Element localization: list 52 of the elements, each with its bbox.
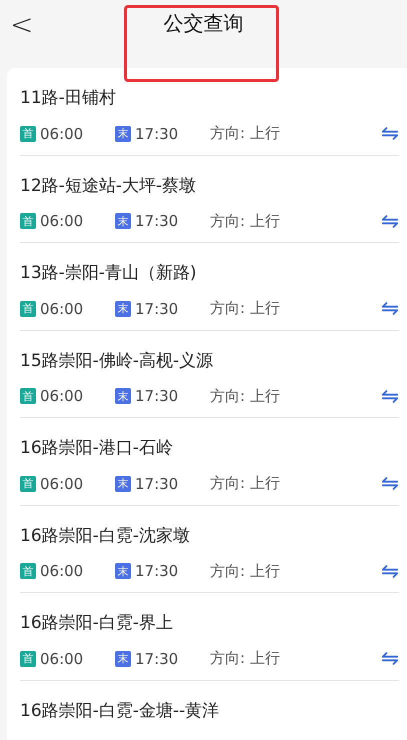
last-bus-badge: 末: [115, 126, 131, 142]
direction-label: 方向: 上行: [210, 562, 280, 580]
route-name[interactable]: 16路崇阳-港口-石岭: [20, 436, 399, 460]
first-bus-time: 06:00: [40, 474, 84, 492]
direction-label: 方向: 上行: [210, 212, 280, 230]
direction-label: 方向: 上行: [210, 299, 280, 318]
first-bus-badge: 首: [20, 213, 36, 229]
swap-direction-icon[interactable]: [381, 390, 399, 402]
route-name[interactable]: 13路-崇阳-青山（新路): [20, 261, 399, 285]
direction-label: 方向: 上行: [210, 649, 280, 668]
swap-direction-icon[interactable]: [381, 564, 399, 578]
route-name[interactable]: 16路崇阳-白霓-沈家墩: [20, 524, 399, 548]
last-bus-time: 17:30: [135, 300, 178, 318]
first-bus-badge: 首: [20, 388, 36, 404]
first-bus-time: 06:00: [40, 124, 84, 142]
last-bus-badge: 末: [115, 650, 131, 666]
swap-direction-icon[interactable]: [381, 127, 399, 140]
swap-direction-icon[interactable]: [381, 214, 399, 228]
first-bus-time: 06:00: [40, 562, 84, 580]
last-bus-time: 17:30: [135, 124, 178, 142]
last-bus-time: 17:30: [135, 650, 178, 668]
last-bus-badge: 末: [115, 476, 131, 492]
route-name[interactable]: 15路崇阳-佛岭-高枧-义源: [20, 348, 399, 372]
page-title: 公交查询: [164, 10, 244, 37]
last-bus-time: 17:30: [135, 562, 178, 580]
first-bus-time: 06:00: [40, 300, 84, 318]
swap-direction-icon[interactable]: [381, 652, 399, 665]
first-bus-badge: 首: [20, 563, 36, 579]
last-bus-time: 17:30: [135, 212, 178, 230]
last-bus-time: 17:30: [135, 387, 178, 405]
route-name[interactable]: 12路-短途站-大坪-蔡墩: [20, 174, 399, 198]
first-bus-badge: 首: [20, 126, 36, 142]
last-bus-time: 17:30: [135, 474, 178, 492]
route-name[interactable]: 11路-田铺村: [20, 86, 399, 110]
first-bus-badge: 首: [20, 300, 36, 316]
first-bus-time: 06:00: [40, 650, 84, 668]
last-bus-badge: 末: [115, 300, 131, 316]
last-bus-badge: 末: [115, 388, 131, 404]
swap-direction-icon[interactable]: [381, 302, 399, 315]
first-bus-time: 06:00: [40, 387, 84, 405]
last-bus-badge: 末: [115, 563, 131, 579]
first-bus-badge: 首: [20, 650, 36, 666]
first-bus-badge: 首: [20, 476, 36, 492]
route-name[interactable]: 16路崇阳-白霓-金塘--黄洋: [20, 698, 399, 722]
direction-label: 方向: 上行: [210, 124, 280, 143]
back-button[interactable]: <: [6, 8, 38, 41]
first-bus-time: 06:00: [40, 212, 84, 230]
direction-label: 方向: 上行: [210, 386, 280, 406]
route-name[interactable]: 16路崇阳-白霓-界上: [20, 611, 399, 635]
swap-direction-icon[interactable]: [381, 477, 399, 490]
direction-label: 方向: 上行: [210, 474, 280, 493]
last-bus-badge: 末: [115, 213, 131, 229]
